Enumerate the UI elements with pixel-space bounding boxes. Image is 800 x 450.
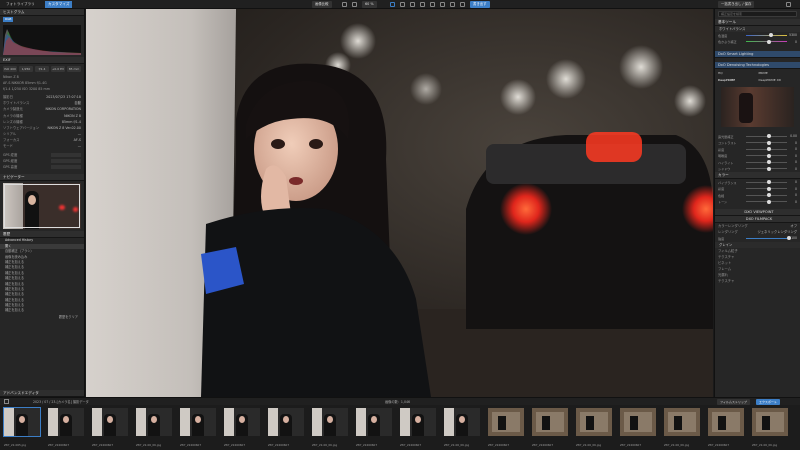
denoise-mode-deepprime[interactable]: DeepPRIME (718, 78, 757, 83)
denoise-mode-prime[interactable]: PRIME (759, 71, 798, 76)
film-filename: Z87_22-06_06.jpg (444, 443, 470, 447)
film-thumb[interactable] (312, 408, 348, 436)
image-viewer[interactable] (86, 9, 713, 397)
top-toolbar: フォトライブラリ カスタマイズ 画像比較 60 % 書き出す 一括書き出し / … (0, 0, 800, 9)
film-filename: Z87_22460607 (268, 443, 290, 447)
film-thumb[interactable] (92, 408, 128, 436)
right-panel: 補正設定を検索 基本ツール ホワイトバランス 色温度 5300 色かぶり補正 0… (714, 9, 800, 397)
histogram (3, 25, 81, 55)
film-thumb[interactable] (620, 408, 656, 436)
film-thumb[interactable] (400, 408, 436, 436)
viewpoint-header[interactable]: DXO VIEWPOINT (715, 209, 800, 216)
adjustment-search-input[interactable]: 補正設定を検索 (718, 11, 797, 17)
navigator-preview[interactable] (3, 183, 81, 230)
color-header[interactable]: カラー (715, 172, 800, 179)
gradient-icon[interactable] (460, 2, 465, 7)
film-filename: Z87_22460607 (620, 443, 642, 447)
filmstrip-export-button[interactable]: エクスポート (756, 398, 780, 405)
film-thumb[interactable] (3, 407, 41, 437)
redeye-icon[interactable] (440, 2, 445, 7)
film-filename: Z87_22-06_06.jpg (752, 443, 778, 447)
navigator-header[interactable]: ナビゲーター (0, 174, 84, 182)
info-header[interactable]: EXIF (0, 57, 84, 64)
film-filename: Z87_22460607 (224, 443, 246, 447)
straighten-icon[interactable] (400, 2, 405, 7)
film-thumb[interactable] (268, 408, 304, 436)
crop-icon[interactable] (390, 2, 395, 7)
metadata-list: 撮影日 2023/07/23 17:07:18 ホワイトバランス 自動 カメラ製造元… (0, 94, 84, 149)
film-thumb[interactable] (708, 408, 744, 436)
film-thumb[interactable] (180, 408, 216, 436)
left-panel: ヒストグラム RGB EXIF ISO 400 1/250 f/1.4 +0.0… (0, 9, 85, 397)
filmpack-header[interactable]: DXO FILMPACK (715, 216, 800, 223)
film-filename: Z87_22-06_06.jpg (576, 443, 602, 447)
histogram-header[interactable]: ヒストグラム (0, 9, 84, 16)
batch-export-button[interactable]: 一括書き出し / 保存 (718, 1, 755, 8)
advanced-editor-header[interactable]: アドバンスドエディタ (0, 390, 84, 397)
film-thumb[interactable] (752, 408, 788, 436)
film-filename: Z87_22460607 (532, 443, 554, 447)
denoise-mode-hq[interactable]: HQ (718, 71, 757, 76)
film-thumb[interactable] (532, 408, 568, 436)
film-thumb[interactable] (136, 408, 172, 436)
film-filename: Z87_22460607 (488, 443, 510, 447)
history-list: 開く 自動補正（ブラシ） 画像を読み込み 補正を加える 補正を加える 補正を加え… (0, 243, 84, 314)
zoom-select[interactable]: 60 % (362, 1, 377, 8)
texture-item[interactable]: テクスチャ (715, 278, 800, 284)
filmstrip: Z87_22-065.jpg Z87_22460607 Z87_22460607… (0, 405, 800, 450)
filmpack-row[interactable]: レンダリング ジェネリックレンダリング (715, 229, 800, 235)
exposure-info-buttons: ISO 400 1/250 f/1.4 +0.0 EV 85 mm (0, 64, 84, 74)
grid-icon[interactable] (342, 2, 347, 7)
film-filename: Z87_22460607 (48, 443, 70, 447)
film-thumb[interactable] (224, 408, 260, 436)
histogram-mode[interactable]: RGB (3, 17, 14, 22)
aperture-chip: f/1.4 (35, 66, 49, 72)
film-filename: Z87_22-065.jpg (4, 443, 26, 447)
smart-lighting-header[interactable]: DxO Smart Lighting (715, 51, 800, 58)
denoise-modes: HQ PRIME (715, 69, 800, 78)
filmstrip-toolbar: 2023 / 07 / 23-[カメラ名] 撮影データ 画像の数：1,046 フ… (0, 397, 800, 405)
focal-chip: 85 mm (67, 66, 81, 72)
tab-photo-library[interactable]: フォトライブラリ (3, 1, 38, 8)
basic-tools-header[interactable]: 基本ツール (715, 19, 800, 26)
film-thumb[interactable] (48, 408, 84, 436)
shutter-chip: 1/250 (19, 66, 33, 72)
film-filename: Z87_22460607 (356, 443, 378, 447)
film-filename: Z87_22-06_06.jpg (136, 443, 162, 447)
history-header[interactable]: 履歴 (0, 231, 84, 239)
iso-chip: ISO 400 (3, 66, 17, 72)
film-filename: Z87_22460607 (400, 443, 422, 447)
film-thumb[interactable] (356, 408, 392, 436)
compare-button[interactable]: 画像比較 (312, 1, 332, 8)
film-thumb[interactable] (576, 408, 612, 436)
film-thumb[interactable] (444, 408, 480, 436)
filmstrip-toggle-button[interactable]: フィルムストリップ (717, 398, 750, 405)
film-filename: Z87_22-06_06.jpg (312, 443, 338, 447)
clear-history-button[interactable]: 履歴をクリア (0, 314, 84, 320)
fit-icon[interactable] (352, 2, 357, 7)
mask-icon[interactable] (420, 2, 425, 7)
histogram-graph (3, 29, 81, 55)
repair-icon[interactable] (410, 2, 415, 7)
photo-canvas (86, 9, 713, 397)
filter-icon[interactable] (4, 399, 9, 404)
eyedropper-icon[interactable] (430, 2, 435, 7)
settings-gear-icon[interactable] (786, 2, 791, 7)
film-filename: Z87_22460607 (708, 443, 730, 447)
brush-icon[interactable] (450, 2, 455, 7)
film-filename: Z87_22-06_06.jpg (664, 443, 690, 447)
ev-chip: +0.0 EV (51, 66, 65, 72)
film-thumb[interactable] (488, 408, 524, 436)
denoise-preview[interactable] (721, 87, 794, 127)
film-filename: Z87_22460607 (180, 443, 202, 447)
denoise-header[interactable]: DxO Denoising Technologies (715, 62, 800, 69)
film-thumb[interactable] (664, 408, 700, 436)
denoise-mode-deepprime-xd[interactable]: DeepPRIME XD (759, 78, 798, 83)
film-filename: Z87_22460607 (92, 443, 114, 447)
tab-customize[interactable]: カスタマイズ (45, 1, 73, 8)
export-button[interactable]: 書き出す (470, 1, 490, 8)
